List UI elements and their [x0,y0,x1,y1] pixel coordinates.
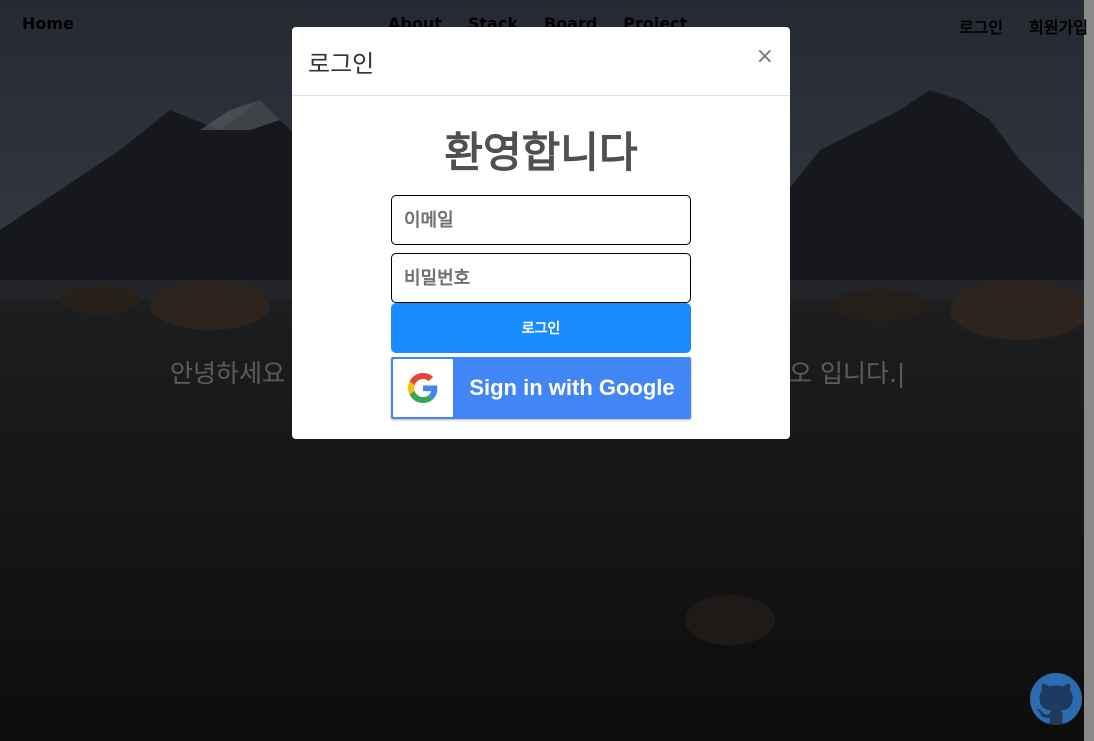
modal-title: 로그인 [308,50,375,78]
modal-header: 로그인 × [292,27,790,96]
scrollbar[interactable] [1084,0,1094,741]
password-input[interactable] [391,253,691,303]
login-button[interactable]: 로그인 [391,303,691,353]
github-icon[interactable] [1030,673,1082,725]
close-icon[interactable]: × [756,43,774,71]
google-signin-label: Sign in with Google [469,375,675,400]
welcome-heading: 환영합니다 [444,128,638,177]
google-signin-button[interactable]: Sign in with Google [391,357,691,419]
google-logo-icon [393,359,453,417]
login-modal: 로그인 × 환영합니다 로그인 Sign in with Google [292,27,790,439]
email-input[interactable] [391,195,691,245]
page: Home About Stack Board Project 로그인 회원가입 … [0,0,1094,741]
